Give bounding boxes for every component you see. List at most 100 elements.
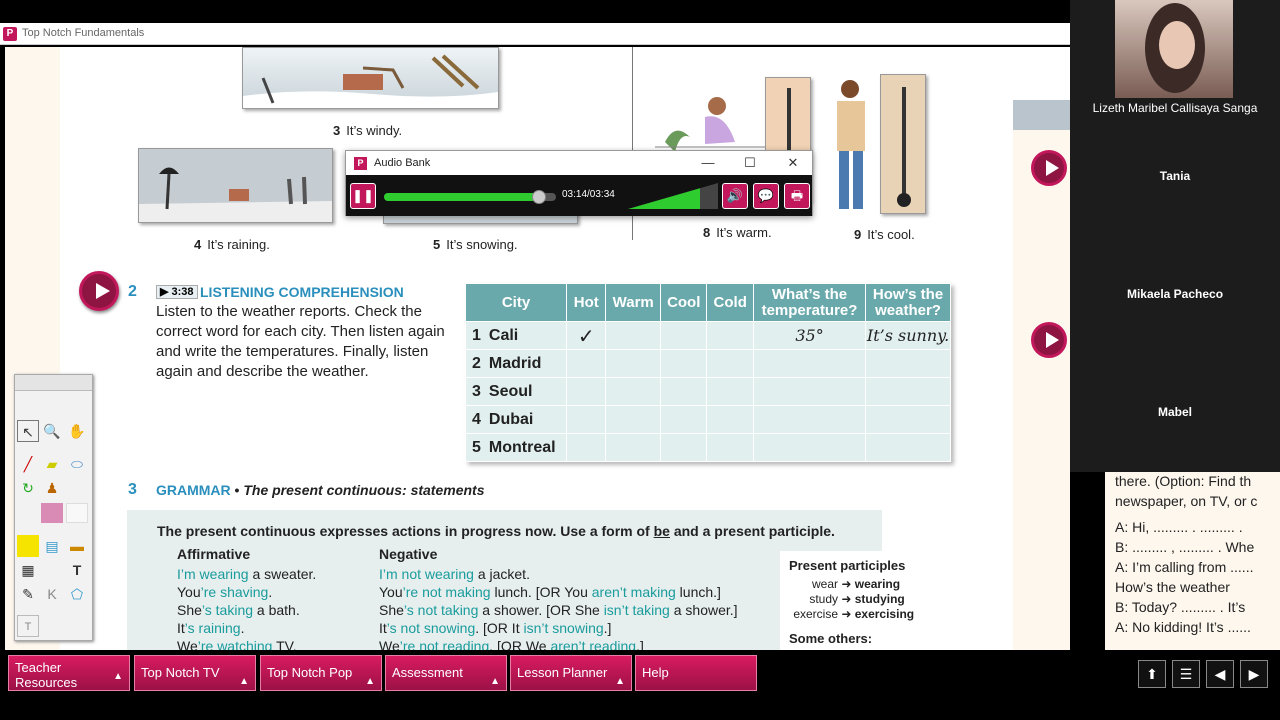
weather-cell[interactable]	[865, 349, 951, 378]
affirmative-line: She’s taking a bath.	[177, 602, 300, 618]
warm-cell[interactable]	[605, 321, 661, 350]
minimize-button[interactable]: —	[694, 154, 722, 172]
spotlight-tool-icon[interactable]: ♟	[41, 477, 63, 499]
volume-button[interactable]: 🔊	[722, 183, 748, 209]
edit-tool-icon[interactable]: ✎	[17, 583, 39, 605]
participle-row: exercise ➜ exercising	[793, 607, 915, 621]
cool-cell[interactable]	[659, 349, 708, 378]
help-button[interactable]: Help	[635, 655, 757, 691]
col-weather: How’s the weather?	[865, 283, 951, 322]
speaker-icon: 🔊	[726, 188, 744, 203]
textbox-tool-icon[interactable]: T	[17, 615, 39, 637]
warm-cell[interactable]	[605, 405, 661, 434]
eraser-tool-icon[interactable]: ⬭	[66, 453, 88, 475]
progress-handle[interactable]	[531, 190, 546, 204]
menu-up-icon: ▲	[490, 676, 500, 687]
warm-cell[interactable]	[605, 349, 661, 378]
close-button[interactable]: ✕	[779, 154, 807, 172]
col-cold: Cold	[706, 283, 754, 322]
camera-tool-icon[interactable]: ▤	[41, 535, 63, 557]
sticky-note-icon[interactable]	[17, 535, 39, 557]
transcript-button[interactable]: 💬	[753, 183, 779, 209]
maximize-button[interactable]: ☐	[736, 154, 764, 172]
thermometer-cool-icon	[880, 74, 926, 214]
hot-cell[interactable]	[566, 377, 607, 406]
temperature-cell[interactable]	[752, 405, 867, 434]
undo-tool-icon[interactable]: ↻	[17, 477, 39, 499]
weather-cell[interactable]	[865, 377, 951, 406]
audio-window-titlebar: P Audio Bank — ☐ ✕	[346, 151, 812, 175]
negative-line: We’re not reading. [OR We aren’t reading…	[379, 638, 644, 650]
toolbox-handle[interactable]	[15, 375, 92, 391]
home-icon[interactable]: ⬆	[1138, 660, 1166, 688]
participant-avatar	[1145, 3, 1205, 93]
hand-tool-icon[interactable]: ✋	[66, 420, 88, 442]
temperature-cell[interactable]: 35°	[752, 321, 867, 350]
table-row: 3 Seoul	[464, 377, 951, 406]
print-button[interactable]: 🖶	[784, 183, 810, 209]
video-participants-panel: Lizeth Maribel Callisaya Sanga Tania Mik…	[1070, 0, 1280, 472]
hot-cell[interactable]	[566, 433, 607, 462]
hot-cell[interactable]	[566, 349, 607, 378]
hot-cell[interactable]: ✓	[566, 321, 607, 350]
text-tool-icon[interactable]: T	[66, 559, 88, 581]
warm-cell[interactable]	[605, 433, 661, 462]
affirmative-list: I’m wearing a sweater. You’re shaving. S…	[177, 566, 316, 650]
highlighter-tool-icon[interactable]: ▰	[41, 453, 63, 475]
cool-cell[interactable]	[659, 377, 708, 406]
text-line: A: Hi, ......... . ......... .	[1115, 519, 1243, 535]
color-swatch-icon[interactable]	[66, 503, 88, 523]
cool-cell[interactable]	[659, 405, 708, 434]
cold-cell[interactable]	[706, 349, 754, 378]
text-line: there. (Option: Find th	[1115, 473, 1252, 489]
cool-cell[interactable]	[659, 433, 708, 462]
bottom-navigation: Teacher Resources ▲ Top Notch TV ▲ Top Not…	[0, 650, 1280, 720]
lesson-planner-button[interactable]: Lesson Planner ▲	[510, 655, 632, 691]
cold-cell[interactable]	[706, 405, 754, 434]
affirmative-line: I’m wearing a sweater.	[177, 566, 317, 582]
volume-slider[interactable]	[628, 183, 718, 209]
affirmative-line: We’re watching TV.	[177, 638, 297, 650]
weather-cell[interactable]	[865, 405, 951, 434]
folder-icon[interactable]: ▬	[66, 535, 88, 557]
right-play-button-2[interactable]	[1031, 322, 1067, 358]
next-page-icon[interactable]: ▶	[1240, 660, 1268, 688]
weather-cell[interactable]	[865, 433, 951, 462]
adjacent-page	[1013, 100, 1070, 650]
top-notch-tv-button[interactable]: Top Notch TV ▲	[134, 655, 256, 691]
magnifier-tool-icon[interactable]: 🔍	[41, 420, 63, 442]
right-play-button-1[interactable]	[1031, 150, 1067, 186]
pause-button[interactable]: ❚❚	[350, 183, 376, 209]
previous-page-icon[interactable]: ◀	[1206, 660, 1234, 688]
top-notch-pop-button[interactable]: Top Notch Pop ▲	[260, 655, 382, 691]
section2-play-button[interactable]	[79, 271, 119, 311]
progress-bar[interactable]	[384, 190, 556, 204]
shape-tool-icon[interactable]: ⬠	[66, 583, 88, 605]
teacher-resources-button[interactable]: Teacher Resources ▲	[8, 655, 130, 691]
warm-cell[interactable]	[605, 377, 661, 406]
col-hot: Hot	[566, 283, 607, 322]
assessment-button[interactable]: Assessment ▲	[385, 655, 507, 691]
pen-tool-icon[interactable]: ╱	[17, 453, 39, 475]
weather-cell[interactable]: It’s sunny.	[865, 321, 951, 350]
track-badge[interactable]: ▶ 3:38	[156, 285, 198, 299]
app-title-bar: P Top Notch Fundamentals	[0, 23, 1070, 45]
cool-cell[interactable]	[659, 321, 708, 350]
cold-cell[interactable]	[706, 321, 754, 350]
key-tool-icon[interactable]: K	[41, 583, 63, 605]
printer-icon: 🖶	[790, 188, 804, 203]
negative-line: It’s not snowing. [OR It isn’t snowing.]	[379, 620, 612, 636]
cold-cell[interactable]	[706, 377, 754, 406]
table-row: 1 Cali ✓ 35° It’s sunny.	[464, 321, 951, 350]
color-picker-icon[interactable]	[41, 503, 63, 523]
cold-cell[interactable]	[706, 433, 754, 462]
app-title: Top Notch Fundamentals	[22, 27, 145, 39]
pointer-tool-icon[interactable]: ↖	[17, 420, 39, 442]
temperature-cell[interactable]	[752, 349, 867, 378]
temperature-cell[interactable]	[752, 377, 867, 406]
menu-up-icon: ▲	[239, 676, 249, 687]
hot-cell[interactable]	[566, 405, 607, 434]
menu-list-icon[interactable]: ☰	[1172, 660, 1200, 688]
grid-tool-icon[interactable]: ▦	[17, 559, 39, 581]
temperature-cell[interactable]	[752, 433, 867, 462]
